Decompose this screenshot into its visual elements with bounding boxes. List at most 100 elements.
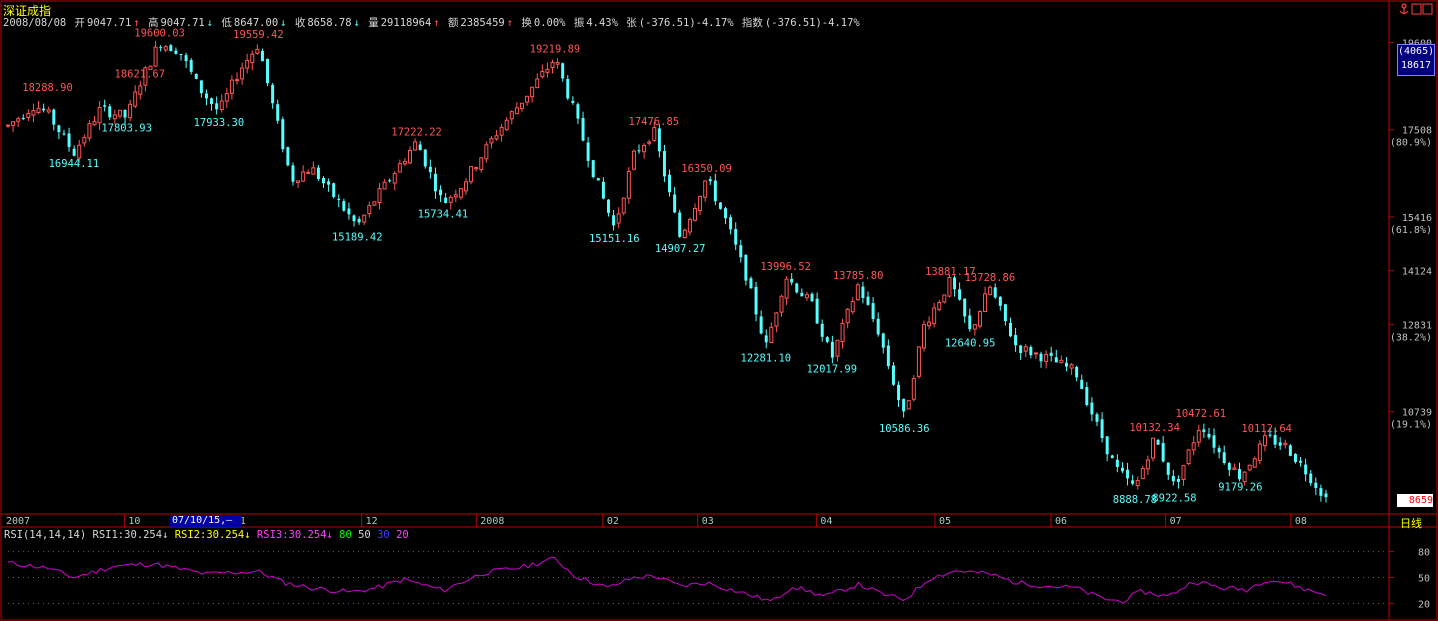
candle[interactable]	[159, 45, 163, 52]
candle[interactable]	[1080, 374, 1084, 390]
candle[interactable]	[357, 216, 361, 225]
candle[interactable]	[1023, 343, 1028, 358]
candle[interactable]	[739, 239, 743, 263]
candle[interactable]	[1135, 476, 1140, 490]
candle[interactable]	[1033, 351, 1038, 359]
candle[interactable]	[1232, 463, 1237, 470]
candle[interactable]	[734, 222, 738, 251]
candle[interactable]	[1217, 445, 1221, 459]
candle[interactable]	[891, 362, 895, 386]
candle[interactable]	[484, 141, 489, 163]
candle[interactable]	[545, 62, 550, 78]
candle[interactable]	[1044, 350, 1049, 369]
candle[interactable]	[215, 96, 219, 115]
candle[interactable]	[189, 57, 193, 75]
candle[interactable]	[1003, 304, 1007, 326]
candle[interactable]	[1161, 435, 1165, 463]
candle[interactable]	[219, 94, 224, 113]
candle[interactable]	[703, 180, 708, 202]
candle[interactable]	[804, 291, 809, 301]
candle[interactable]	[1212, 428, 1216, 454]
candle[interactable]	[820, 319, 824, 342]
candle[interactable]	[332, 182, 336, 199]
candle[interactable]	[993, 283, 997, 299]
candle[interactable]	[479, 157, 484, 173]
candle[interactable]	[397, 159, 402, 173]
candle[interactable]	[21, 114, 25, 121]
candle[interactable]	[1319, 484, 1323, 502]
candle[interactable]	[1196, 424, 1201, 448]
candle[interactable]	[224, 87, 229, 108]
candle[interactable]	[988, 285, 993, 296]
candle[interactable]	[31, 103, 36, 123]
candle[interactable]	[724, 206, 728, 225]
candle[interactable]	[418, 140, 422, 151]
candle[interactable]	[779, 294, 784, 317]
candle[interactable]	[662, 144, 666, 183]
candle[interactable]	[1069, 362, 1074, 375]
candle[interactable]	[1075, 365, 1079, 382]
candle[interactable]	[673, 187, 677, 214]
candle[interactable]	[301, 165, 306, 182]
candle[interactable]	[591, 160, 595, 179]
candle[interactable]	[972, 323, 977, 336]
candle[interactable]	[229, 75, 234, 100]
candle[interactable]	[1110, 454, 1114, 459]
candle[interactable]	[958, 282, 962, 301]
candle[interactable]	[439, 185, 443, 203]
candle[interactable]	[886, 339, 890, 370]
candle[interactable]	[52, 108, 56, 131]
candle[interactable]	[423, 148, 427, 169]
candle[interactable]	[163, 44, 168, 53]
candle[interactable]	[448, 195, 453, 210]
candle[interactable]	[678, 209, 682, 238]
candle[interactable]	[937, 299, 942, 312]
candle[interactable]	[774, 311, 779, 333]
candle[interactable]	[1064, 356, 1068, 372]
candle[interactable]	[1227, 461, 1231, 477]
candle[interactable]	[1090, 397, 1094, 422]
candle[interactable]	[327, 178, 331, 192]
candle[interactable]	[514, 102, 519, 115]
candle[interactable]	[342, 198, 346, 212]
candle[interactable]	[1105, 436, 1109, 462]
candle[interactable]	[835, 339, 840, 362]
candle[interactable]	[795, 282, 799, 294]
candle[interactable]	[596, 177, 600, 181]
candle[interactable]	[866, 291, 870, 306]
candle[interactable]	[855, 282, 860, 301]
candle[interactable]	[46, 106, 51, 114]
candle[interactable]	[668, 169, 672, 197]
candle[interactable]	[474, 166, 479, 172]
candle[interactable]	[916, 346, 921, 379]
candle[interactable]	[184, 52, 188, 69]
candle[interactable]	[1019, 344, 1023, 360]
candle[interactable]	[571, 96, 575, 105]
candle[interactable]	[1008, 317, 1012, 338]
candle[interactable]	[927, 316, 932, 330]
candle[interactable]	[983, 286, 988, 313]
candle[interactable]	[906, 399, 911, 410]
candle[interactable]	[769, 322, 774, 344]
candle[interactable]	[1309, 469, 1313, 486]
candle[interactable]	[1085, 382, 1089, 407]
candle[interactable]	[306, 169, 311, 174]
candle[interactable]	[601, 177, 605, 200]
candle[interactable]	[815, 292, 819, 324]
candle[interactable]	[489, 136, 494, 149]
candle[interactable]	[800, 288, 804, 297]
period-selector[interactable]: 日线	[1400, 515, 1422, 531]
candle[interactable]	[266, 58, 270, 87]
candle[interactable]	[1278, 437, 1282, 450]
candle[interactable]	[657, 124, 661, 158]
candle[interactable]	[1299, 456, 1303, 467]
candle[interactable]	[1120, 462, 1124, 474]
candle[interactable]	[749, 276, 753, 289]
candle[interactable]	[932, 302, 937, 328]
candle[interactable]	[444, 193, 448, 204]
candle[interactable]	[1252, 456, 1257, 468]
candle[interactable]	[240, 62, 245, 85]
candle[interactable]	[250, 50, 255, 71]
candle[interactable]	[953, 275, 957, 297]
candle[interactable]	[1207, 427, 1211, 440]
